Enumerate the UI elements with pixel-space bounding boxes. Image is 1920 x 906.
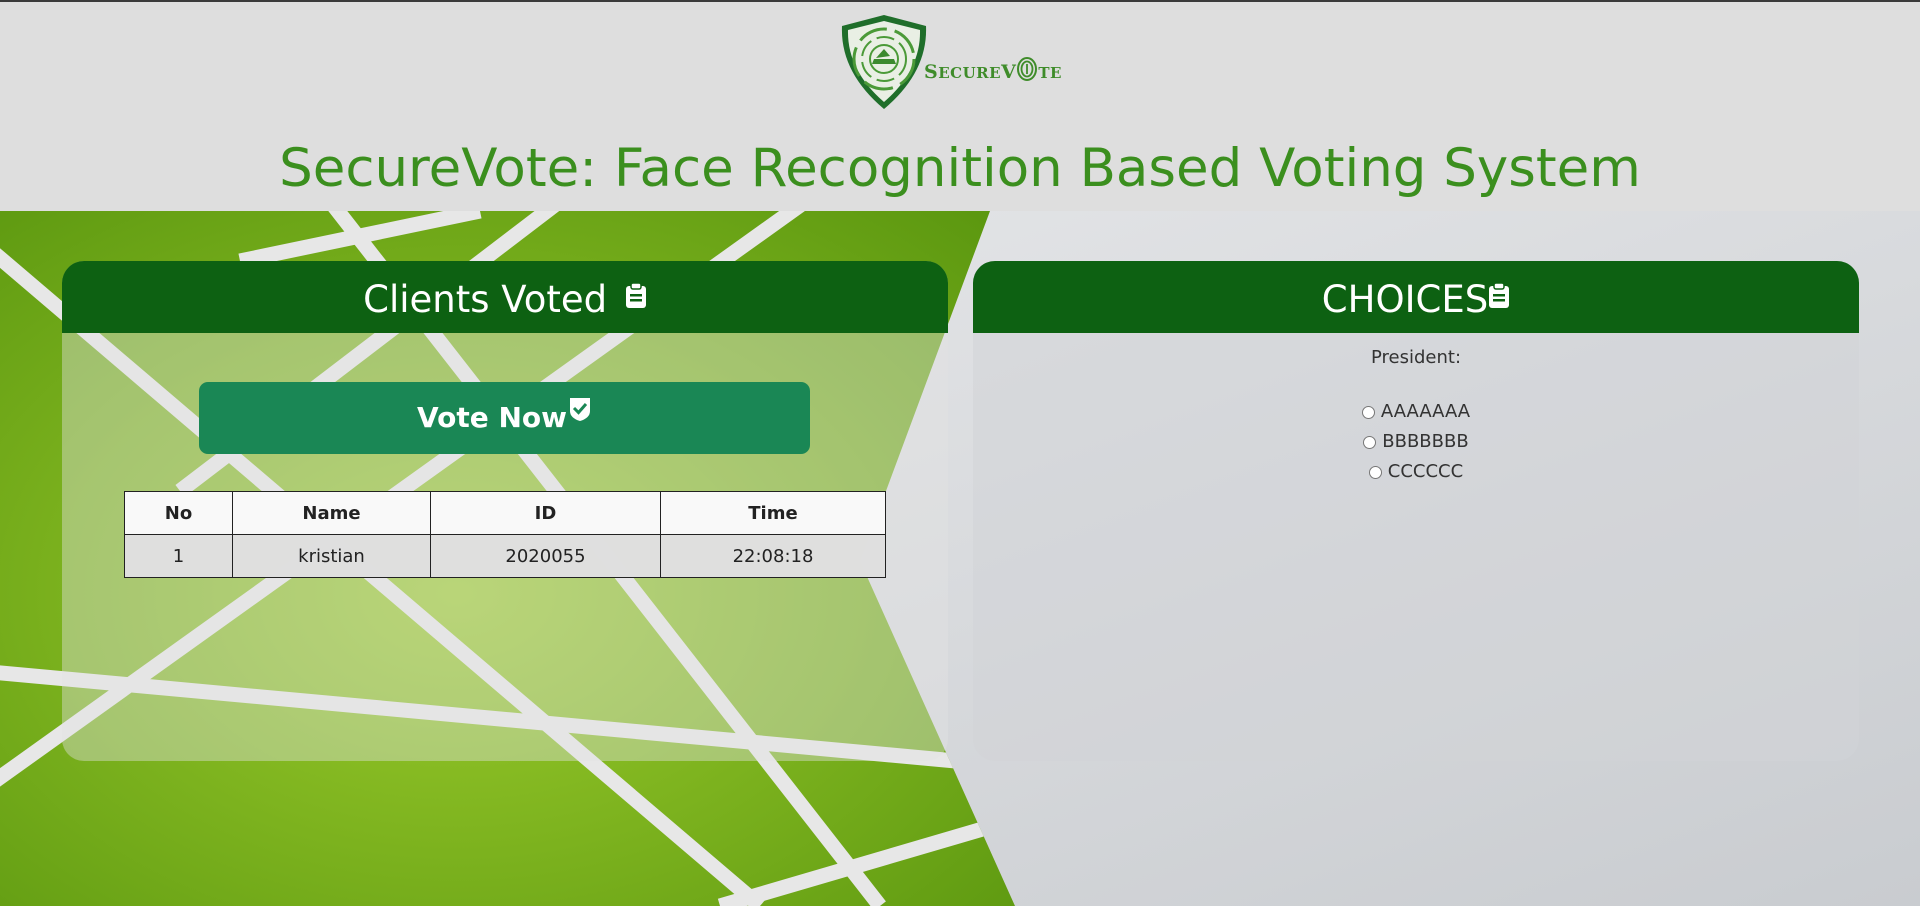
- check-shield-icon: [568, 377, 592, 449]
- cell-id: 2020055: [430, 534, 661, 578]
- securevote-logo: SECUREV TE: [836, 12, 1086, 112]
- candidate-option[interactable]: CCCCCC: [973, 457, 1859, 487]
- column-header-no: No: [124, 491, 233, 535]
- candidate-options: AAAAAAA BBBBBBB CCCCCC: [973, 397, 1859, 487]
- vote-now-label: Vote Now: [416, 401, 568, 434]
- choices-panel: CHOICES President: AAAAAAA BBBBBBB CCCCC…: [973, 261, 1859, 761]
- clients-voted-header: Clients Voted: [62, 261, 948, 333]
- position-label: President:: [1370, 347, 1462, 368]
- candidate-radio[interactable]: [1363, 435, 1377, 449]
- shield-logo-icon: [841, 15, 927, 109]
- clients-voted-title: Clients Voted: [363, 278, 608, 321]
- page-title: SecureVote: Face Recognition Based Votin…: [279, 138, 1641, 199]
- logo-wordmark: SECUREV TE: [924, 56, 1062, 83]
- cell-time: 22:08:18: [660, 534, 886, 578]
- choices-header: CHOICES: [973, 261, 1859, 333]
- cell-name: kristian: [232, 534, 431, 578]
- cell-no: 1: [124, 534, 233, 578]
- column-header-time: Time: [660, 491, 886, 535]
- table-header-row: No Name ID Time: [124, 491, 886, 535]
- column-header-name: Name: [232, 491, 431, 535]
- candidate-radio[interactable]: [1368, 465, 1382, 479]
- clients-voted-panel: Clients Voted Vote Now No Name ID Time 1…: [62, 261, 948, 761]
- candidate-label: BBBBBBB: [1382, 431, 1469, 452]
- page-header: SECUREV TE SecureVote: Face Recognition B…: [0, 2, 1920, 211]
- column-header-id: ID: [430, 491, 661, 535]
- candidate-option[interactable]: BBBBBBB: [973, 427, 1859, 457]
- candidate-label: CCCCCC: [1387, 461, 1464, 482]
- vote-now-button[interactable]: Vote Now: [199, 382, 810, 454]
- candidate-option[interactable]: AAAAAAA: [973, 397, 1859, 427]
- clients-voted-table: No Name ID Time 1 kristian 2020055 22:08…: [124, 491, 886, 578]
- clipboard-icon: [625, 261, 647, 336]
- clipboard-icon: [1488, 261, 1510, 336]
- choices-title: CHOICES: [1321, 278, 1489, 321]
- candidate-radio[interactable]: [1361, 405, 1375, 419]
- candidate-label: AAAAAAA: [1380, 401, 1471, 422]
- fingerprint-icon: [1017, 57, 1038, 81]
- table-row: 1 kristian 2020055 22:08:18: [124, 534, 886, 578]
